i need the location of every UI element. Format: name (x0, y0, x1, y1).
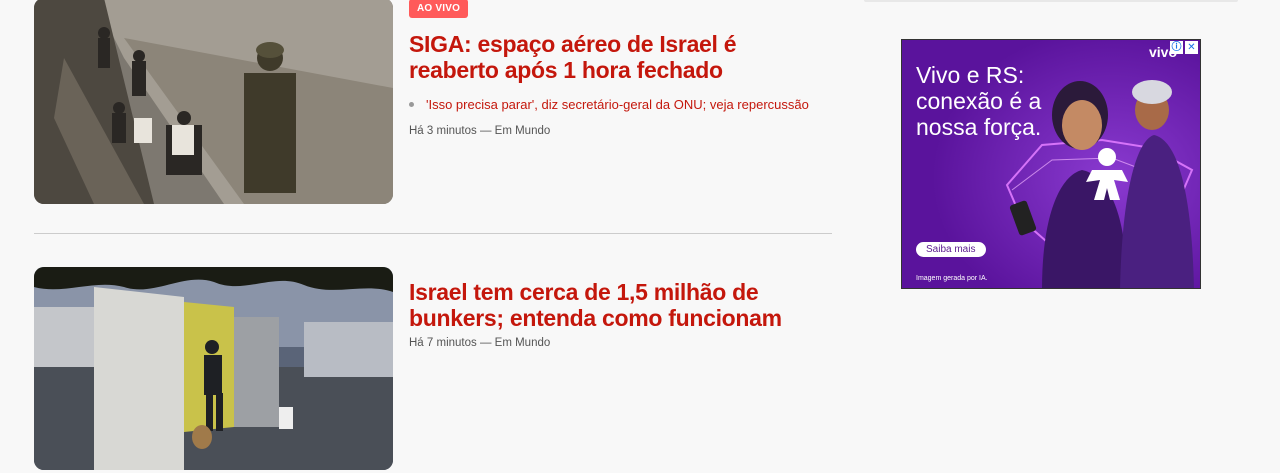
bunker-photo (34, 267, 393, 470)
news-meta: Há 7 minutos — Em Mundo (409, 337, 551, 349)
ad-headline: Vivo e RS: conexão é a nossa força. (916, 62, 1042, 140)
live-badge: AO VIVO (409, 0, 469, 18)
feed-item[interactable]: Israel tem cerca de 1,5 milhão de bunker… (34, 267, 832, 470)
news-thumbnail[interactable] (34, 267, 393, 470)
news-headline[interactable]: Israel tem cerca de 1,5 milhão de bunker… (409, 279, 829, 331)
sidebar-ad[interactable]: Vivo e RS: conexão é a nossa força. vivo… (901, 39, 1201, 289)
news-thumbnail[interactable] (34, 0, 393, 204)
sidebar-top-divider (864, 0, 1238, 2)
info-icon[interactable]: ⓘ (1170, 41, 1183, 54)
feed-item[interactable]: AO VIVO SIGA: espaço aéreo de Israel é r… (34, 0, 832, 204)
news-meta: Há 3 minutos — Em Mundo (409, 125, 551, 137)
ad-disclaimer: Imagem gerada por IA. (916, 275, 988, 282)
related-link[interactable]: 'Isso precisa parar', diz secretário-ger… (409, 95, 829, 115)
feed-divider (34, 233, 832, 234)
related-links: 'Isso precisa parar', diz secretário-ger… (409, 95, 829, 115)
news-headline[interactable]: SIGA: espaço aéreo de Israel é reaberto … (409, 31, 829, 83)
ad-cta-button[interactable]: Saiba mais (916, 242, 986, 257)
close-icon[interactable]: ✕ (1185, 41, 1198, 54)
ad-controls: ⓘ ✕ (1170, 41, 1198, 54)
shelter-photo (34, 0, 393, 204)
